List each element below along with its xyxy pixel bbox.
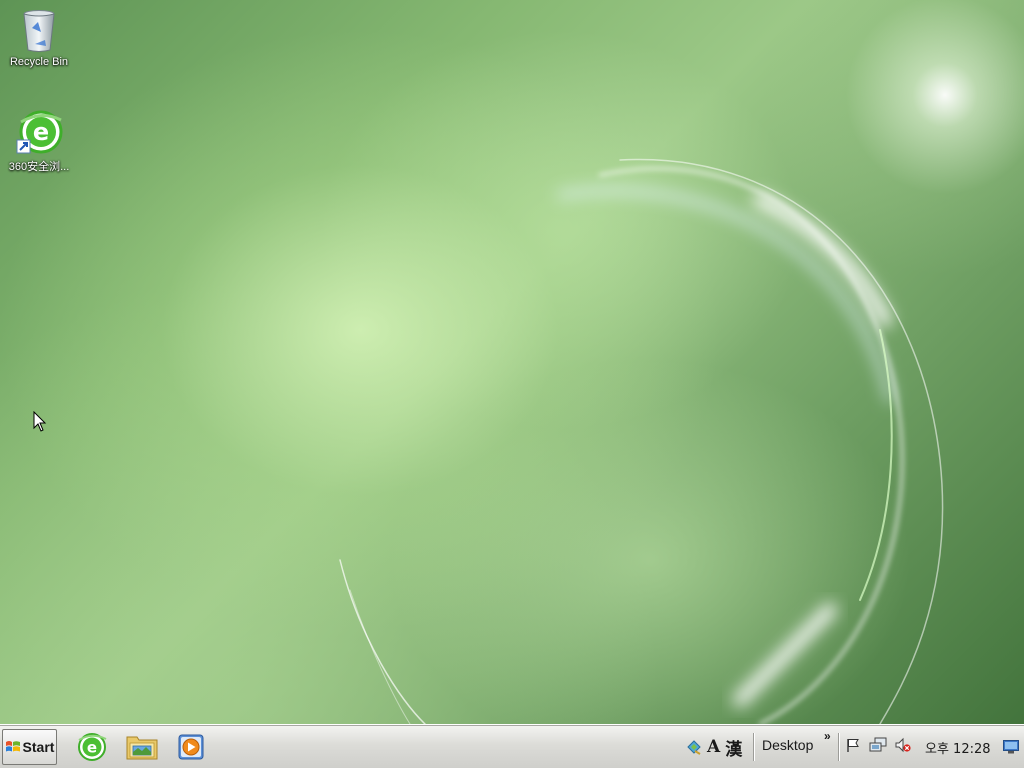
360-browser-icon: e [78,733,107,761]
windows-logo-icon [5,741,20,752]
system-tray [845,737,911,753]
recycle-bin-icon [23,10,55,52]
show-desktop-icon[interactable] [1003,740,1019,754]
clock[interactable]: 오후 12:28 [925,738,991,757]
desktop-toolbar-button[interactable]: Desktop [762,737,813,753]
toolbar-separator [838,733,839,761]
desktop-icon-recycle-bin[interactable]: Recycle Bin [1,6,77,68]
svg-text:e: e [87,739,97,757]
file-explorer-icon [126,736,158,760]
mouse-cursor-icon [33,411,47,432]
toolbar-separator [753,733,754,761]
desktop-icon-360-browser[interactable]: e 360安全浏... [1,108,77,174]
input-method-icon [687,740,701,755]
network-icon[interactable] [869,737,887,753]
quick-launch-media-player[interactable] [173,729,209,765]
language-bar[interactable]: A 漢 [686,735,742,760]
360-browser-shortcut-icon: e [16,110,63,154]
svg-text:e: e [33,118,49,146]
desktop-icon-label: 360安全浏... [8,161,70,173]
toolbar-overflow-chevron[interactable]: » [824,729,831,743]
quick-launch-360-browser[interactable]: e [74,729,110,765]
input-mode-hanja[interactable]: 漢 [725,735,742,760]
input-mode-alpha[interactable]: A [707,737,720,757]
start-button[interactable]: Start [2,729,57,765]
start-label: Start [22,739,55,755]
volume-muted-icon[interactable] [895,737,911,753]
desktop-screen: Recycle Bin e 360安全浏... Start e A 漢 Desk… [0,0,1024,768]
desktop-icon-label: Recycle Bin [9,56,69,68]
action-center-flag-icon[interactable] [845,737,861,753]
taskbar: Start e A 漢 Desktop » 오후 12:28 [0,724,1024,768]
quick-launch-file-explorer[interactable] [124,729,160,765]
media-player-icon [178,734,204,760]
wallpaper-light-arcs [339,158,944,724]
